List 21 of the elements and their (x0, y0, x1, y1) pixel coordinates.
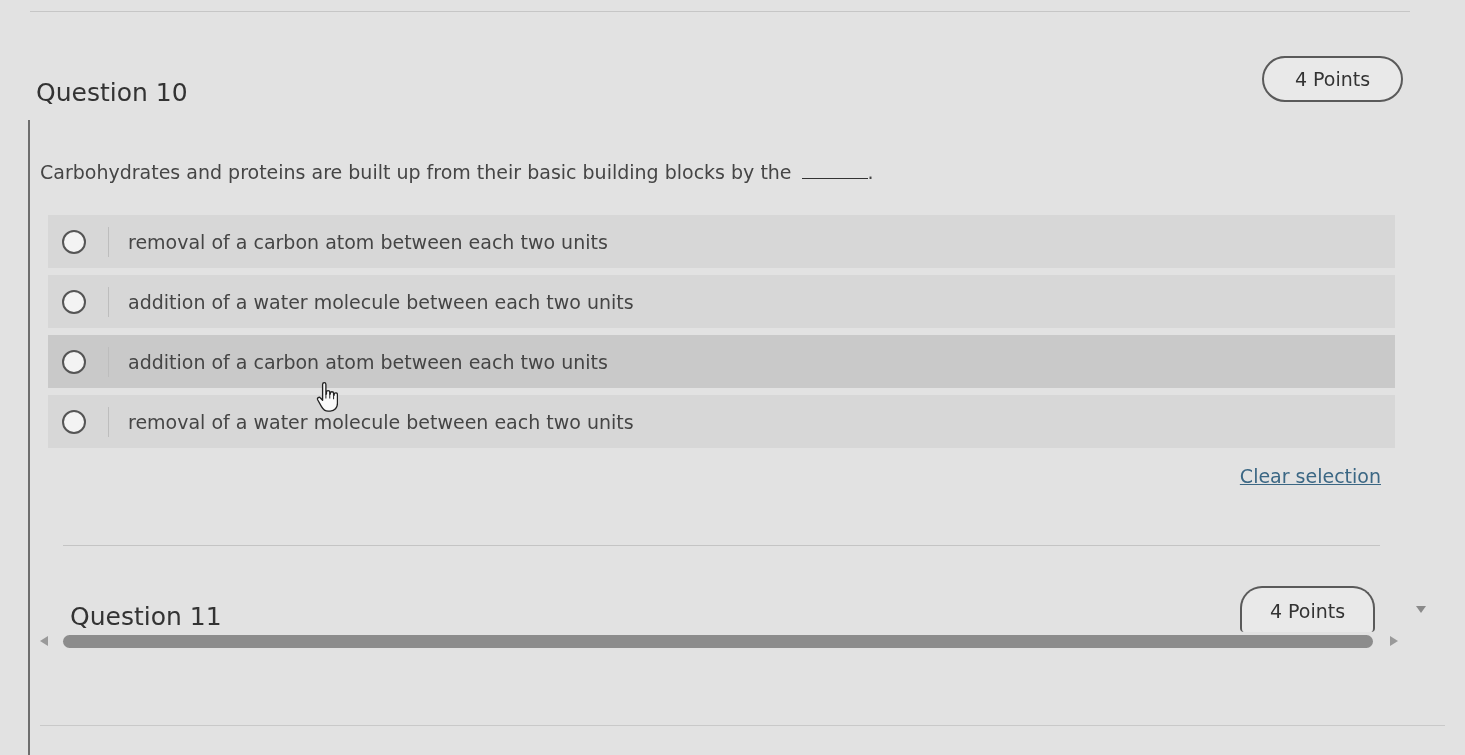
points-badge: 4 Points (1262, 56, 1403, 102)
radio-button[interactable] (62, 289, 86, 314)
question-title: Question 11 (70, 602, 222, 632)
option-label: addition of a water molecule between each two units (128, 290, 634, 313)
answer-option[interactable]: removal of a water molecule between each two units (48, 395, 1395, 448)
option-label: removal of a water molecule between each two units (128, 410, 634, 433)
scrollbar-thumb[interactable] (63, 634, 1373, 648)
clear-selection-link[interactable]: Clear selection (1239, 463, 1381, 489)
option-label: addition of a carbon atom between each two units (128, 350, 608, 373)
question-title: Question 10 (36, 78, 188, 108)
question-text: . (867, 161, 874, 183)
answer-option[interactable]: addition of a water molecule between each two units (48, 275, 1395, 328)
points-badge: 4 Points (1240, 586, 1375, 632)
option-label: removal of a carbon atom between each two units (128, 230, 608, 253)
radio-button[interactable] (62, 349, 86, 374)
down-arrow-icon[interactable] (1416, 605, 1426, 613)
answer-option[interactable]: removal of a carbon atom between each two units (48, 215, 1395, 268)
hand-cursor-icon (316, 382, 338, 412)
radio-button[interactable] (62, 229, 86, 254)
radio-button[interactable] (62, 409, 86, 434)
question-text: Carbohydrates and proteins are built up from their basic building blocks by the (40, 161, 792, 183)
